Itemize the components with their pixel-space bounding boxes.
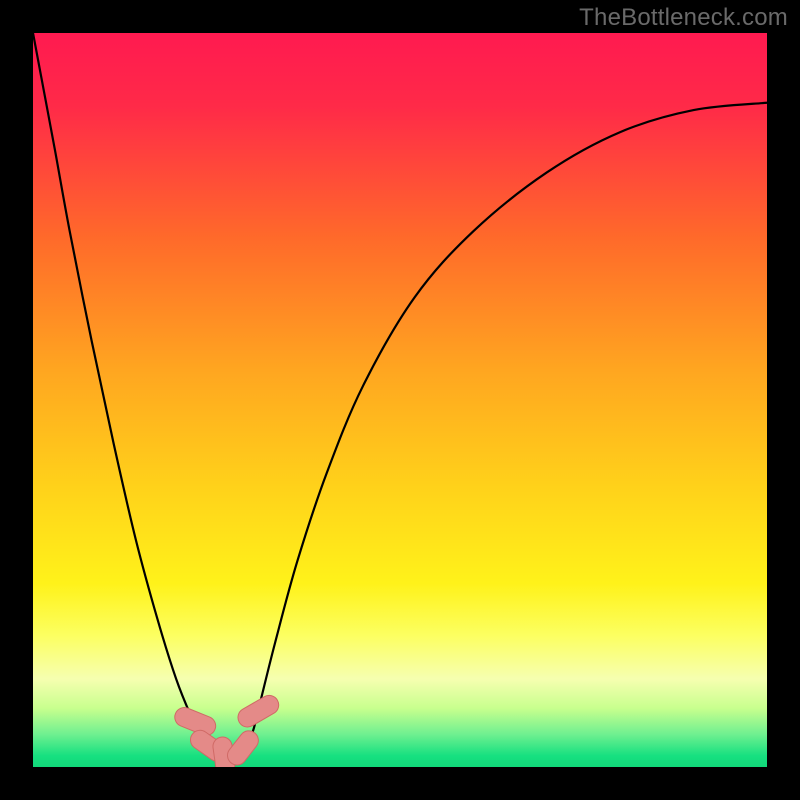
bottleneck-curve	[33, 33, 767, 767]
plot-area	[33, 33, 767, 767]
curve-marker	[235, 692, 283, 731]
watermark-text: TheBottleneck.com	[579, 4, 788, 32]
chart-frame: TheBottleneck.com	[0, 0, 800, 800]
